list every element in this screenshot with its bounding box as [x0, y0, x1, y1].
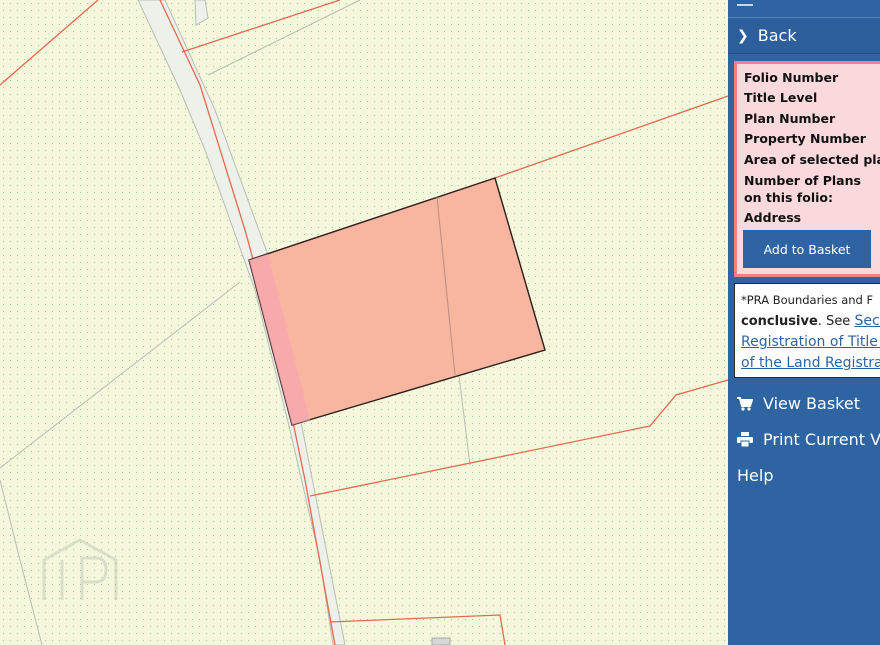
address-label: Address — [744, 210, 802, 226]
map-canvas[interactable] — [0, 0, 728, 645]
title-level-label: Title Level — [744, 90, 818, 106]
number-of-plans-label: Number of Plans on this folio: — [744, 173, 861, 206]
registration-link[interactable]: Registration of Title A — [741, 334, 880, 350]
disclaimer-line2: conclusive. See Sectio — [741, 311, 880, 332]
back-label: Back — [757, 26, 797, 45]
panel-header — [728, 0, 880, 18]
print-current-view-label: Print Current View — [763, 430, 880, 449]
disclaimer-line1: *PRA Boundaries and F — [741, 293, 874, 307]
help-button[interactable]: Help — [737, 466, 773, 485]
property-number-label: Property Number — [744, 131, 866, 147]
disclaimer-see: . See — [817, 314, 855, 329]
view-basket-button[interactable]: View Basket — [737, 394, 860, 413]
back-button[interactable]: ❯ Back — [728, 18, 880, 54]
add-to-basket-button[interactable]: Add to Basket — [743, 230, 871, 268]
folio-info-box: Folio Number Title Level Plan Number Pro… — [734, 61, 880, 277]
chevron-right-icon: ❯ — [737, 27, 749, 44]
folio-number-label: Folio Number — [744, 70, 839, 85]
view-basket-label: View Basket — [763, 394, 860, 413]
section-link[interactable]: Sectio — [854, 313, 880, 329]
plan-number-label: Plan Number — [744, 110, 836, 126]
map-marker — [431, 637, 451, 645]
disclaimer-bold: conclusive — [741, 314, 818, 329]
minimize-icon[interactable] — [737, 4, 753, 6]
printer-icon — [737, 432, 753, 447]
map-view[interactable] — [0, 0, 728, 645]
disclaimer-line3: Registration of Title A — [741, 332, 880, 353]
disclaimer-line4: of the Land Registra — [741, 353, 880, 374]
cart-icon — [737, 396, 753, 411]
help-label: Help — [737, 466, 774, 485]
land-registry-link[interactable]: of the Land Registra — [741, 355, 880, 371]
print-current-view-button[interactable]: Print Current View — [737, 430, 880, 449]
side-panel: ❯ Back Folio Number Title Level Plan Num… — [728, 0, 880, 645]
area-selected-plans-label: Area of selected plans — [744, 151, 880, 167]
disclaimer-box: *PRA Boundaries and F conclusive. See Se… — [734, 283, 880, 378]
